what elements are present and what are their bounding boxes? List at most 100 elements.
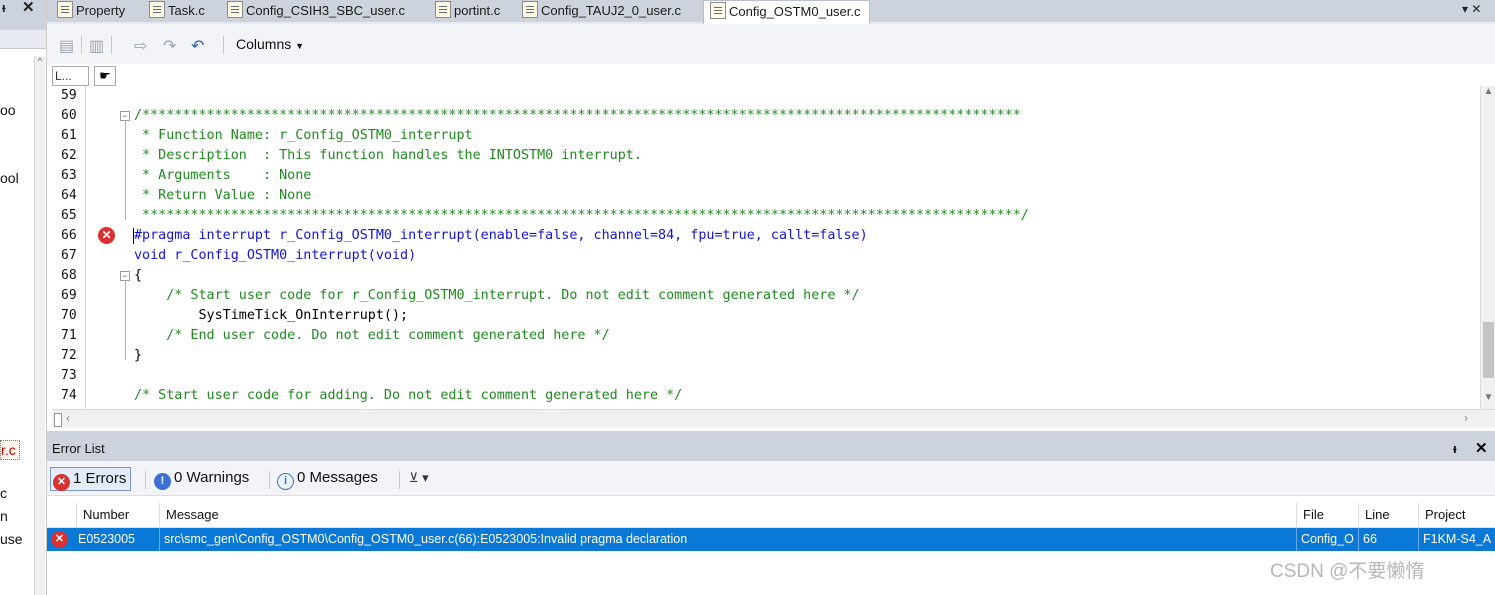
document-tab-bar: Property Task.c Config_CSIH3_SBC_user.c … [47, 0, 1495, 25]
scroll-up-icon[interactable]: ^ [35, 56, 45, 66]
code-line[interactable]: 73 [52, 366, 1482, 386]
editor-horizontal-scrollbar[interactable]: ‹ › [52, 409, 1495, 428]
close-icon[interactable]: ✕ [22, 0, 35, 16]
panel-splitter[interactable] [47, 431, 1495, 439]
line-number: 62 [61, 148, 77, 163]
column-header-project[interactable]: Project [1419, 503, 1495, 527]
code-text: /***************************************… [134, 108, 1021, 123]
scroll-left-icon[interactable]: ‹ [66, 411, 70, 425]
tree-item-selected-fragment[interactable]: r.c [0, 440, 20, 460]
left-panel-scrollbar[interactable]: ^ [34, 56, 45, 595]
table-row-selected[interactable]: ✕ E0523005 src\smc_gen\Config_OSTM0\Conf… [47, 528, 1495, 551]
code-line[interactable]: 61 * Function Name: r_Config_OSTM0_inter… [52, 126, 1482, 146]
code-line-error[interactable]: 66 ✕ #pragma interrupt r_Config_OSTM0_in… [52, 226, 1482, 246]
tab-portint-c[interactable]: portint.c [435, 0, 500, 22]
code-line[interactable]: 68 − { [52, 266, 1482, 286]
tree-item-fragment[interactable]: n [0, 508, 34, 524]
line-number: 69 [61, 288, 77, 303]
editor-column-header: L... ☛ [52, 64, 1495, 86]
redo-icon[interactable]: ↷ [163, 36, 176, 56]
warnings-count-label: 0 Warnings [174, 469, 250, 486]
error-icon: ✕ [53, 474, 70, 491]
code-line[interactable]: 62 * Description : This function handles… [52, 146, 1482, 166]
close-icon[interactable]: ✕ [1475, 439, 1488, 457]
code-line[interactable]: 64 * Return Value : None [52, 186, 1482, 206]
code-text: void r_Config_OSTM0_interrupt(void) [134, 248, 417, 263]
editor-toolbar: ▤ ▥ ⇨ ↷ ↶ Columns ▼ [47, 24, 1495, 64]
code-line[interactable]: 60 − /**********************************… [52, 106, 1482, 126]
error-marker-icon[interactable]: ✕ [98, 227, 115, 244]
c-file-icon [435, 1, 451, 18]
error-icon: ✕ [51, 531, 68, 548]
line-number: 70 [61, 308, 77, 323]
code-line[interactable]: 65 *************************************… [52, 206, 1482, 226]
panel-title: Error List [52, 441, 105, 456]
tab-overflow-menu[interactable]: ▾ ✕ [1462, 2, 1481, 16]
code-line[interactable]: 69 /* Start user code for r_Config_OSTM0… [52, 286, 1482, 306]
tab-label: portint.c [454, 3, 501, 18]
c-file-icon [149, 1, 165, 18]
chevron-down-icon: ▼ [295, 41, 305, 51]
code-line[interactable]: 74 /* Start user code for adding. Do not… [52, 386, 1482, 406]
tree-item-fragment[interactable]: ool [0, 170, 34, 186]
tab-property[interactable]: Property [57, 0, 125, 22]
column-header-icon[interactable] [47, 503, 77, 527]
pin-icon[interactable]: ᵼ [1453, 441, 1457, 456]
error-line-cell: 66 [1359, 528, 1419, 551]
bookmark-clear-icon[interactable]: ▥ [89, 36, 104, 56]
messages-filter-button[interactable]: i0 Messages [277, 467, 378, 490]
filter-dropdown-icon[interactable]: ⊻ ▾ [409, 467, 429, 489]
errors-filter-button[interactable]: ✕ 1 Errors [50, 467, 132, 491]
undo-icon[interactable]: ↶ [191, 36, 204, 56]
error-file-cell: Config_O [1297, 528, 1359, 551]
tab-label: Task.c [168, 3, 205, 18]
code-text: * Function Name: r_Config_OSTM0_interrup… [134, 128, 473, 143]
tab-config-tauj2-0-user-c[interactable]: Config_TAUJ2_0_user.c [522, 0, 681, 22]
line-number: 67 [61, 248, 77, 263]
warnings-filter-button[interactable]: ! 0 Warnings [154, 467, 250, 490]
editor-vertical-scrollbar[interactable]: ▲ ▼ [1480, 86, 1495, 409]
c-file-icon [710, 2, 726, 19]
code-line[interactable]: 63 * Arguments : None [52, 166, 1482, 186]
tree-item-fragment[interactable]: use [0, 531, 34, 547]
scroll-down-icon[interactable]: ▼ [1481, 392, 1495, 403]
scroll-up-icon[interactable]: ▲ [1481, 86, 1495, 97]
code-text: } [134, 348, 143, 363]
pin-icon[interactable]: ᵼ [2, 0, 6, 15]
warning-icon: ! [154, 473, 171, 490]
scrollbar-thumb[interactable] [1483, 322, 1494, 378]
columns-dropdown-button[interactable]: Columns ▼ [236, 36, 304, 52]
line-number: 74 [61, 388, 77, 403]
code-line[interactable]: 72 } [52, 346, 1482, 366]
code-text: * Return Value : None [134, 188, 312, 203]
code-line[interactable]: 71 /* End user code. Do not edit comment… [52, 326, 1482, 346]
messages-count-label: 0 Messages [297, 469, 378, 486]
hand-pointer-icon[interactable]: ☛ [94, 66, 116, 86]
go-forward-icon[interactable]: ⇨ [134, 36, 147, 56]
line-number-column-header[interactable]: L... [52, 66, 89, 86]
tree-item-fragment[interactable]: oo [0, 102, 34, 118]
scrollbar-thumb[interactable] [54, 413, 62, 427]
column-header-line[interactable]: Line [1359, 503, 1419, 527]
tab-task-c[interactable]: Task.c [149, 0, 205, 22]
bookmark-toggle-icon[interactable]: ▤ [59, 36, 74, 56]
filter-separator [145, 471, 146, 489]
code-editor[interactable]: L... ☛ 59 60 − /************************… [52, 64, 1495, 431]
line-number: 60 [61, 108, 77, 123]
error-list-filter-bar: ✕ 1 Errors ! 0 Warnings i0 Messages ⊻ ▾ [47, 461, 1495, 496]
tab-config-csih3-sbc-user-c[interactable]: Config_CSIH3_SBC_user.c [227, 0, 405, 22]
column-header-message[interactable]: Message [160, 503, 1297, 527]
column-header-file[interactable]: File [1297, 503, 1359, 527]
tree-item-fragment[interactable]: c [0, 485, 34, 501]
line-number: 72 [61, 348, 77, 363]
tab-label: Config_TAUJ2_0_user.c [541, 3, 681, 18]
column-header-number[interactable]: Number [77, 503, 160, 527]
tab-config-ostm0-user-c[interactable]: Config_OSTM0_user.c [703, 0, 870, 25]
line-number: 64 [61, 188, 77, 203]
scroll-right-icon[interactable]: › [1464, 411, 1468, 425]
code-line[interactable]: 59 [52, 86, 1482, 106]
error-list-titlebar: Error List ᵼ ✕ [47, 439, 1495, 461]
line-number: 63 [61, 168, 77, 183]
code-line[interactable]: 70 SysTimeTick_OnInterrupt(); [52, 306, 1482, 326]
code-line[interactable]: 67 void r_Config_OSTM0_interrupt(void) [52, 246, 1482, 266]
